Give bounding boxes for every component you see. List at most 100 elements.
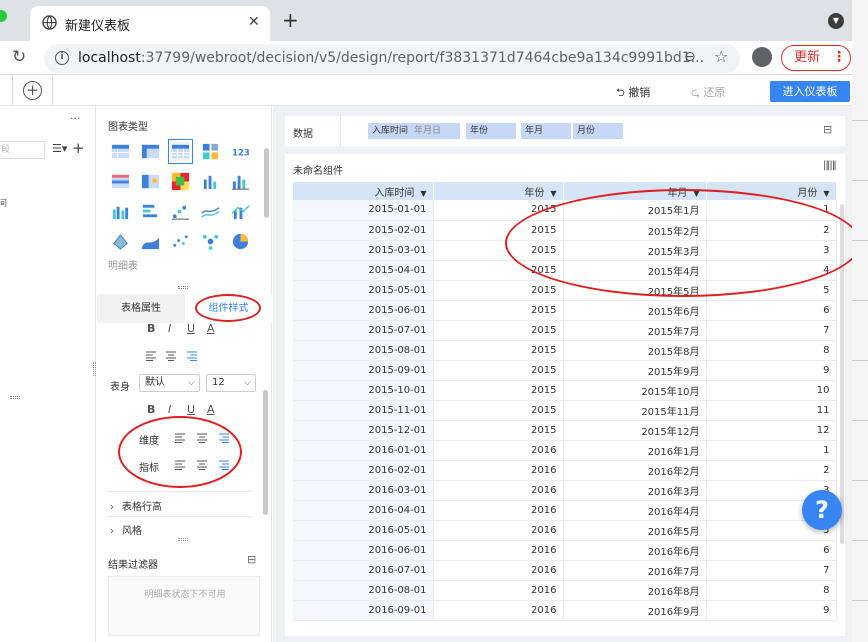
help-button[interactable]: ? [802,490,842,530]
table-row[interactable]: 2016-02-01 2016 2016年2月 2 [293,460,837,481]
align-right-icon[interactable] [185,351,197,361]
redo-button[interactable]: ⮎ 还原 [691,84,725,103]
underline-icon[interactable]: U [187,322,195,335]
kpi-card-icon[interactable] [201,142,220,161]
grouped-table-icon[interactable] [111,172,130,191]
table-row[interactable]: 2016-03-0120162016年3月3 [293,480,837,501]
align-left-icon[interactable] [146,351,158,361]
field-pill-month[interactable]: 月份 [573,123,623,139]
italic-icon[interactable]: I [168,403,171,416]
dot-plot-icon[interactable] [171,202,190,221]
window-zoom-dot[interactable] [0,10,7,22]
field-pill-year[interactable]: 年份 [466,123,516,139]
reload-icon[interactable]: ↻ [12,47,26,67]
more-icon[interactable]: ··· [70,112,81,125]
profile-avatar[interactable] [752,47,772,67]
resize-grip[interactable] [178,286,188,289]
address-bar[interactable]: i localhost:37799/webroot/decision/v5/de… [44,44,740,73]
annotation-circle [195,294,261,322]
bar-chart-icon[interactable] [231,172,250,191]
barcode-icon[interactable]: |‖|‖ [823,160,837,171]
browser-tab[interactable]: 新建仪表板 ✕ [30,6,270,41]
table-row[interactable]: 2016-04-0120162016年4月4 [293,500,837,521]
sort-icon[interactable]: ☰▾ [52,142,67,155]
detail-table-icon[interactable] [168,139,193,164]
line-chart-icon[interactable] [201,202,220,221]
scatter-bar-icon[interactable] [201,172,220,191]
column-header[interactable]: 入库时间 ▼ [293,182,434,200]
enter-dashboard-button[interactable]: 进入仪表板 [770,81,850,102]
field-pill-yearmonth[interactable]: 年月 [521,123,571,139]
underline-icon[interactable]: U [187,403,195,416]
bold-icon[interactable]: B [147,403,155,416]
star-icon[interactable]: ☆ [714,47,728,66]
tab-table-attributes[interactable]: 表格属性 [97,294,185,323]
lock-icon[interactable]: ⊟ [823,123,832,136]
map-icon[interactable] [111,232,130,251]
combo-chart-icon[interactable] [231,202,250,221]
zoom-icon[interactable]: ⊖ [684,49,696,65]
bold-icon[interactable]: B [147,322,155,335]
resize-grip[interactable] [178,538,188,541]
add-field-icon[interactable]: + [72,139,85,157]
table-row[interactable]: 2015-11-01 2015 2015年11月 11 [293,400,837,421]
table-row[interactable]: 2015-06-01 2015 2015年6月 6 [293,300,837,321]
field-search-input[interactable]: 段 [0,141,45,159]
info-icon[interactable]: i [55,51,69,65]
body-font-select[interactable]: 默认 ⌵ [139,374,200,392]
table-row[interactable]: 2016-01-01 2016 2016年1月 1 [293,440,837,461]
table-row[interactable]: 2016-05-01 2016 2016年5月 5 [293,520,837,541]
column-header[interactable]: 年份 ▼ [433,182,564,200]
field-item[interactable]: 间 [0,196,7,209]
table-cell: 1 [706,440,837,461]
font-color-icon[interactable]: A [207,403,215,416]
update-button[interactable]: 更新 ⋮ [781,45,851,71]
table-row[interactable]: 2015-07-01 2015 2015年7月 7 [293,320,837,341]
cross-table-icon[interactable] [141,142,160,161]
scatter-icon[interactable] [171,232,190,251]
chart-type-scrollbar[interactable] [264,148,269,218]
table-cell: 2015 [433,360,564,381]
table-row[interactable]: 2016-06-01 2016 2016年6月 6 [293,540,837,561]
table-cell: 2015-02-01 [293,220,434,241]
grouped-bar-icon[interactable] [111,202,130,221]
add-component-icon[interactable]: + [23,81,42,100]
sort-down-icon[interactable]: ▼ [823,189,829,198]
table-cell: 2015 [433,300,564,321]
align-center-icon[interactable] [165,351,177,361]
style-section[interactable]: › 风格 [110,522,142,537]
table-row[interactable]: 2016-07-01 2016 2016年7月 7 [293,560,837,581]
table-icon[interactable] [111,142,130,161]
italic-icon[interactable]: I [168,322,171,335]
url-text[interactable]: localhost:37799/webroot/decision/v5/desi… [78,50,704,66]
table-row[interactable]: 2016-08-01 2016 2016年8月 8 [293,580,837,601]
sort-down-icon[interactable]: ▼ [550,189,556,198]
tab-search-icon[interactable]: ▼ [828,13,844,29]
table-row[interactable]: 2015-08-01 2015 2015年8月 8 [293,340,837,361]
area-chart-icon[interactable] [141,232,160,251]
table-row[interactable]: 2015-12-01 2015 2015年12月 12 [293,420,837,441]
table-row[interactable]: 2016-09-01 2016 2016年9月 9 [293,600,837,621]
font-color-icon[interactable]: A [207,322,215,335]
new-tab-button[interactable]: + [282,8,299,32]
menu-icon[interactable]: ⋮ [832,46,846,69]
text-indicator-icon[interactable]: 123 [231,142,250,161]
body-size-select[interactable]: 12 ⌵ [206,374,256,392]
table-cell: 2016年8月 [563,580,707,601]
row-height-section[interactable]: › 表格行高 [110,498,162,513]
undo-button[interactable]: ⮌ 撤销 [616,84,650,103]
pie-chart-icon[interactable] [231,232,250,251]
resize-grip[interactable] [10,396,20,399]
pane-collapse-grip[interactable] [93,362,96,376]
heatmap-icon[interactable] [171,172,190,191]
table-row[interactable]: 2015-09-01 2015 2015年9月 9 [293,360,837,381]
field-pill-date[interactable]: 入库时间 年月日 [368,123,460,139]
tab-close-icon[interactable]: ✕ [248,14,260,30]
config-scrollbar[interactable] [263,390,268,515]
table-row[interactable]: 2015-10-01 2015 2015年10月 10 [293,380,837,401]
tree-table-icon[interactable] [141,172,160,191]
network-icon[interactable] [201,232,220,251]
horizontal-bar-icon[interactable] [141,202,160,221]
sort-down-icon[interactable]: ▼ [420,189,426,198]
lock-icon[interactable]: ⊟ [247,553,256,566]
